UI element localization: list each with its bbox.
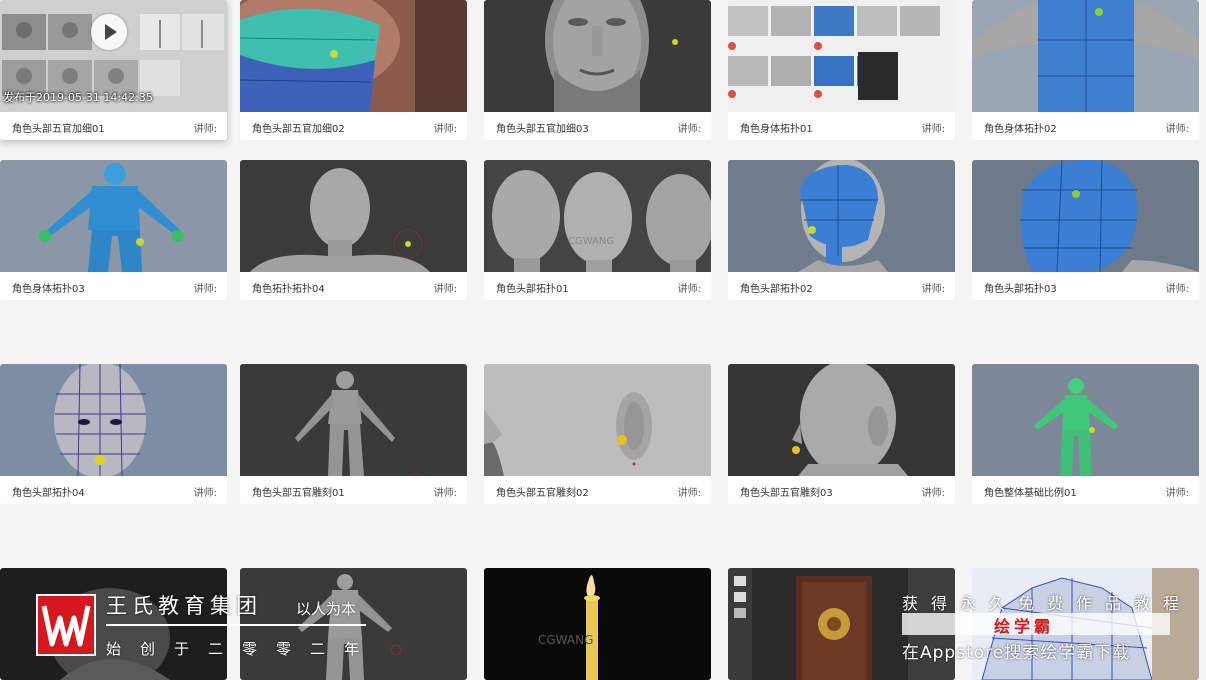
card-meta: 角色整体基础比例01 讲师:	[972, 476, 1199, 504]
brand-since: 始创于二零零二年	[106, 640, 379, 658]
card-meta: 角色头部五官加细02 讲师:	[240, 112, 467, 140]
teacher-label: 讲师:	[193, 124, 217, 135]
course-thumbnail[interactable]	[0, 364, 227, 476]
course-card[interactable]: 角色头部五官加细02 讲师:	[240, 0, 467, 140]
card-meta: 角色头部五官雕刻01 讲师:	[240, 476, 467, 504]
course-grid: 发布于2019-05-31 14:42:35 角色头部五官加细01 讲师: 角色…	[0, 0, 1206, 680]
course-thumbnail[interactable]	[728, 364, 955, 476]
publish-date: 发布于2019-05-31 14:42:35	[3, 91, 153, 104]
brand-slogan: 以人为本	[296, 600, 357, 618]
course-card[interactable]: 角色拓扑拓扑04 讲师:	[240, 160, 467, 300]
thumb-watermark: CGWANG	[568, 236, 614, 247]
brand-divider	[106, 624, 366, 626]
course-card[interactable]: 角色头部拓扑03 讲师:	[972, 160, 1199, 300]
course-card[interactable]: 角色身体拓扑03 讲师:	[0, 160, 227, 300]
course-card[interactable]: CGWANG	[484, 568, 711, 680]
card-meta: 角色身体拓扑01 讲师:	[728, 112, 955, 140]
course-title[interactable]: 角色头部五官加细01	[12, 120, 105, 135]
course-title[interactable]: 角色头部五官加细03	[496, 120, 589, 135]
course-title[interactable]: 角色整体基础比例01	[984, 484, 1077, 499]
course-thumbnail[interactable]	[240, 160, 467, 272]
course-card[interactable]: 角色头部拓扑04 讲师:	[0, 364, 227, 504]
teacher-label: 讲师:	[921, 124, 945, 135]
teacher-label: 讲师:	[921, 488, 945, 499]
course-title[interactable]: 角色头部拓扑01	[496, 280, 569, 295]
card-meta: 角色头部五官雕刻03 讲师:	[728, 476, 955, 504]
teacher-label: 讲师:	[1165, 488, 1189, 499]
play-icon[interactable]	[91, 14, 127, 50]
teacher-label: 讲师:	[193, 284, 217, 295]
course-title[interactable]: 角色头部拓扑04	[12, 484, 85, 499]
course-card[interactable]: 角色头部五官雕刻01 讲师:	[240, 364, 467, 504]
card-meta: 角色头部拓扑04 讲师:	[0, 476, 227, 504]
course-thumbnail[interactable]	[240, 0, 467, 112]
course-thumbnail[interactable]: 发布于2019-05-31 14:42:35	[0, 0, 227, 112]
course-thumbnail[interactable]	[972, 0, 1199, 112]
course-thumbnail[interactable]	[0, 160, 227, 272]
teacher-label: 讲师:	[433, 284, 457, 295]
course-title[interactable]: 角色头部拓扑02	[740, 280, 813, 295]
course-thumbnail[interactable]	[240, 364, 467, 476]
course-card[interactable]: 角色身体拓扑02 讲师:	[972, 0, 1199, 140]
promo-brand: 绘学霸	[994, 617, 1055, 636]
card-meta: 角色身体拓扑02 讲师:	[972, 112, 1199, 140]
brand-watermark: 王氏教育集团 以人为本 始创于二零零二年	[36, 586, 376, 666]
course-title[interactable]: 角色头部五官雕刻01	[252, 484, 345, 499]
course-thumbnail[interactable]	[484, 364, 711, 476]
course-card[interactable]: CGWANG 角色头部拓扑01 讲师:	[484, 160, 711, 300]
card-meta: 角色头部拓扑02 讲师:	[728, 272, 955, 300]
teacher-label: 讲师:	[433, 488, 457, 499]
card-meta: 角色头部五官加细01 讲师:	[0, 112, 227, 140]
teacher-label: 讲师:	[193, 488, 217, 499]
course-title[interactable]: 角色拓扑拓扑04	[252, 280, 325, 295]
teacher-label: 讲师:	[921, 284, 945, 295]
app-promo-watermark: 获得永久免费作品教程 绘学霸 在Appstore搜索绘学霸下载	[900, 586, 1180, 666]
promo-line-2: 在Appstore搜索绘学霸下载	[902, 643, 1131, 663]
course-card[interactable]: 角色头部五官雕刻03 讲师:	[728, 364, 955, 504]
course-title[interactable]: 角色身体拓扑02	[984, 120, 1057, 135]
course-card[interactable]: 角色整体基础比例01 讲师:	[972, 364, 1199, 504]
teacher-label: 讲师:	[1165, 124, 1189, 135]
card-meta: 角色头部五官雕刻02 讲师:	[484, 476, 711, 504]
teacher-label: 讲师:	[677, 124, 701, 135]
teacher-label: 讲师:	[677, 284, 701, 295]
course-thumbnail[interactable]	[484, 0, 711, 112]
course-card[interactable]: 角色头部五官雕刻02 讲师:	[484, 364, 711, 504]
course-title[interactable]: 角色头部五官加细02	[252, 120, 345, 135]
thumb-watermark: CGWANG	[538, 633, 593, 647]
course-thumbnail[interactable]	[728, 0, 955, 112]
course-title[interactable]: 角色身体拓扑01	[740, 120, 813, 135]
course-card[interactable]: 角色身体拓扑01 讲师:	[728, 0, 955, 140]
course-title[interactable]: 角色身体拓扑03	[12, 280, 85, 295]
teacher-label: 讲师:	[1165, 284, 1189, 295]
brand-name: 王氏教育集团	[106, 594, 262, 618]
teacher-label: 讲师:	[677, 488, 701, 499]
course-title[interactable]: 角色头部五官雕刻03	[740, 484, 833, 499]
promo-line-1: 获得永久免费作品教程	[902, 594, 1193, 613]
course-title[interactable]: 角色头部五官雕刻02	[496, 484, 589, 499]
course-thumbnail[interactable]	[972, 364, 1199, 476]
course-card[interactable]: 角色头部五官加细03 讲师:	[484, 0, 711, 140]
course-thumbnail[interactable]	[972, 160, 1199, 272]
course-card[interactable]: 发布于2019-05-31 14:42:35 角色头部五官加细01 讲师:	[0, 0, 227, 140]
course-thumbnail[interactable]: CGWANG	[484, 568, 711, 680]
card-meta: 角色拓扑拓扑04 讲师:	[240, 272, 467, 300]
teacher-label: 讲师:	[433, 124, 457, 135]
brand-logo-icon	[36, 594, 96, 656]
card-meta: 角色身体拓扑03 讲师:	[0, 272, 227, 300]
course-thumbnail[interactable]: CGWANG	[484, 160, 711, 272]
course-title[interactable]: 角色头部拓扑03	[984, 280, 1057, 295]
course-card[interactable]: 角色头部拓扑02 讲师:	[728, 160, 955, 300]
course-thumbnail[interactable]	[728, 160, 955, 272]
card-meta: 角色头部拓扑01 讲师:	[484, 272, 711, 300]
card-meta: 角色头部拓扑03 讲师:	[972, 272, 1199, 300]
card-meta: 角色头部五官加细03 讲师:	[484, 112, 711, 140]
